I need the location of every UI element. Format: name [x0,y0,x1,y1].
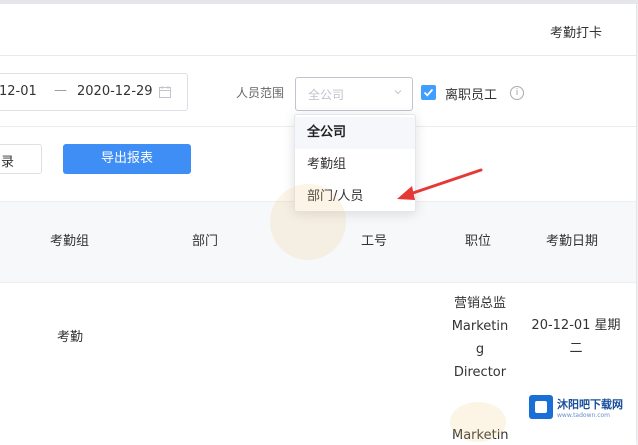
col-employee-id: 工号 [361,234,388,249]
site-watermark-logo: 沐阳吧下载网 www.tadown.com [527,392,635,424]
dropdown-option-attendance-group[interactable]: 考勤组 [295,149,415,181]
cell-attendance-date: 20-12-01 星期 二 [526,314,626,360]
export-report-button[interactable]: 导出报表 [63,144,191,174]
page-header: 考勤打卡 [0,4,636,56]
date-range-picker[interactable]: 12-01 — 2020-12-29 [0,73,188,111]
table-header: 考勤组 部门 工号 职位 考勤日期 [0,201,636,283]
cell-position: 营销总监 Marketin g Director [446,292,514,384]
report-page: 考勤打卡 12-01 — 2020-12-29 人员范围 全公司 离职员工 i … [0,4,637,445]
date-start: 12-01 [0,84,37,99]
date-end: 2020-12-29 [77,84,153,99]
dropdown-option-department-person[interactable]: 部门/人员 [295,181,415,213]
logo-text: 沐阳吧下载网 [557,398,623,411]
col-department: 部门 [192,234,219,249]
position-line: g [475,342,485,357]
col-attendance-date: 考勤日期 [546,234,599,249]
cell-attendance-group: 考勤 [57,330,84,345]
calendar-icon[interactable] [159,86,171,98]
date-line: 二 [569,341,583,356]
info-icon[interactable]: i [510,86,524,100]
record-button-label: 录 [1,155,15,170]
scope-dropdown-menu: 全公司 考勤组 部门/人员 [294,114,416,212]
date-line: 20-12-01 星期 [531,318,621,333]
col-position: 职位 [465,234,492,249]
scope-select[interactable]: 全公司 [295,77,413,111]
position-line: Marketin [451,319,509,334]
scope-placeholder: 全公司 [308,88,345,102]
attendance-punch-link[interactable]: 考勤打卡 [550,22,602,41]
logo-icon [529,395,553,419]
col-attendance-group: 考勤组 [50,234,90,249]
include-resigned-label[interactable]: 离职员工 [445,84,497,103]
scope-label: 人员范围 [236,86,285,100]
position-line: 营销总监 [453,296,506,311]
dropdown-option-whole-company[interactable]: 全公司 [295,117,415,149]
checkmark-icon [423,88,434,97]
include-resigned-checkbox[interactable] [421,85,436,100]
chevron-down-icon [394,90,402,95]
logo-subtext: www.tadown.com [557,412,611,419]
date-separator: — [54,83,67,98]
position-line: Director [453,365,507,380]
record-button[interactable]: 录 [0,144,42,174]
